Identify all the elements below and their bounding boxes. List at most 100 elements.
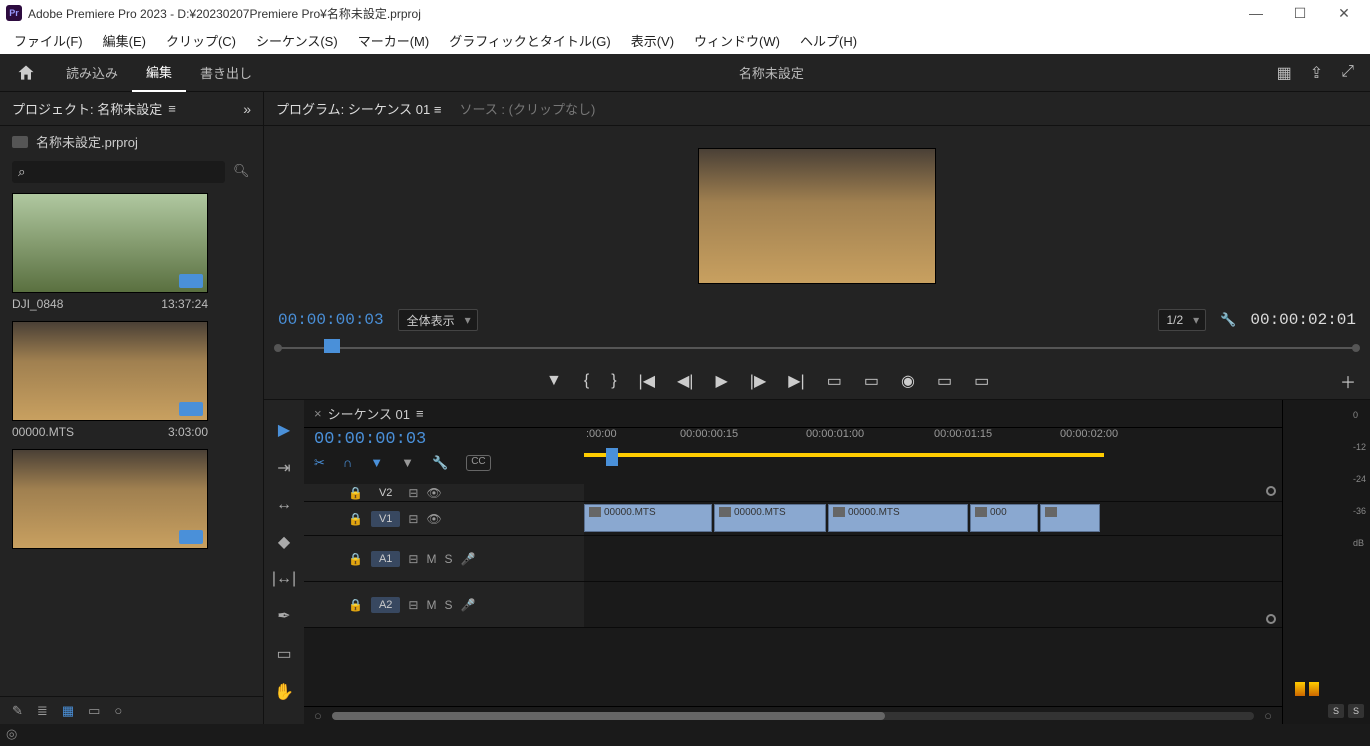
lift-icon[interactable]: ▭ <box>827 371 842 391</box>
track-head-v1[interactable]: 🔒 V1 ⊟ 👁 <box>304 502 584 536</box>
toggle-output-icon[interactable]: 👁 <box>426 512 441 526</box>
lock-icon[interactable]: 🔒 <box>348 486 363 500</box>
solo-button[interactable]: S <box>444 598 452 612</box>
scrollbar-thumb[interactable] <box>332 712 885 720</box>
clip-item[interactable]: 00000.MTS3:03:00 <box>12 321 251 439</box>
project-panel-tab[interactable]: プロジェクト: 名称未設定 ≡ » <box>0 92 263 126</box>
solo-right[interactable]: S <box>1348 704 1364 718</box>
step-back-icon[interactable]: ◀| <box>677 371 693 391</box>
monitor-scrubber[interactable] <box>278 335 1356 363</box>
monitor-video-area[interactable] <box>264 126 1370 305</box>
sync-lock-icon[interactable]: ⊟ <box>408 512 418 526</box>
timeline-clip[interactable]: 00000.MTS <box>584 504 712 532</box>
out-point-icon[interactable]: } <box>611 372 616 390</box>
panel-menu-icon[interactable]: ≡ <box>168 101 176 116</box>
mute-button[interactable]: M <box>426 552 436 566</box>
new-bin-icon[interactable]: 🔍︎ <box>233 163 251 181</box>
ruler-track[interactable] <box>584 448 1282 466</box>
settings-wrench-icon[interactable]: 🔧 <box>1220 312 1236 328</box>
timeline-tc[interactable]: 00:00:00:03 <box>314 430 574 449</box>
rectangle-tool-icon[interactable]: ▭ <box>276 644 291 664</box>
slip-tool-icon[interactable]: |↔| <box>272 570 296 588</box>
ruler-playhead[interactable] <box>606 448 618 466</box>
program-tab[interactable]: プログラム: シーケンス 01 ≡ <box>276 99 441 118</box>
track-label-a2[interactable]: A2 <box>371 597 400 613</box>
tl-marker-icon[interactable]: ▼ <box>401 455 414 471</box>
timeline-scrollbar[interactable] <box>332 712 1254 720</box>
project-search-input[interactable] <box>12 161 225 183</box>
timeline-clip[interactable]: 00000.MTS <box>828 504 968 532</box>
in-point-icon[interactable]: { <box>584 372 589 390</box>
go-to-in-icon[interactable]: |◀ <box>639 371 655 391</box>
minimize-button[interactable]: — <box>1242 5 1270 22</box>
icon-view-icon[interactable]: ▦ <box>62 703 74 719</box>
timeline-tab[interactable]: × シーケンス 01 ≡ <box>304 400 1282 428</box>
go-to-out-icon[interactable]: ▶| <box>788 371 804 391</box>
track-label-a1[interactable]: A1 <box>371 551 400 567</box>
cc-icon[interactable]: CC <box>466 455 490 471</box>
clip-item[interactable] <box>12 449 251 553</box>
sync-lock-icon[interactable]: ⊟ <box>408 552 418 566</box>
zoom-out-handle[interactable]: ○ <box>314 708 322 723</box>
workspace-import[interactable]: 読み込み <box>52 54 132 92</box>
selection-tool-icon[interactable]: ▶ <box>278 420 290 440</box>
lock-icon[interactable]: 🔒 <box>348 598 363 612</box>
menu-sequence[interactable]: シーケンス(S) <box>246 31 348 50</box>
home-icon[interactable] <box>16 63 36 83</box>
voiceover-icon[interactable]: 🎤 <box>461 598 476 612</box>
track-resize-handle[interactable] <box>1266 614 1276 624</box>
workspace-export[interactable]: 書き出し <box>186 54 266 92</box>
hand-tool-icon[interactable]: ✋ <box>274 682 294 702</box>
project-bins[interactable]: DJI_084813:37:24 00000.MTS3:03:00 <box>0 187 263 696</box>
lock-icon[interactable]: 🔒 <box>348 512 363 526</box>
export-frame-icon[interactable]: ◉ <box>901 371 915 391</box>
comparison-view-icon[interactable]: ▭ <box>937 371 952 391</box>
timeline-clip[interactable] <box>1040 504 1100 532</box>
scrubber-start[interactable] <box>274 344 282 352</box>
linked-selection-icon[interactable]: ∩ <box>343 455 352 471</box>
fit-dropdown[interactable]: 全体表示 <box>398 309 478 331</box>
timeline-clip[interactable]: 00000.MTS <box>714 504 826 532</box>
sequence-close-icon[interactable]: × <box>314 406 322 421</box>
menu-clip[interactable]: クリップ(C) <box>156 31 246 50</box>
track-content[interactable]: 00000.MTS 00000.MTS 00000.MTS 000 <box>584 484 1282 706</box>
close-button[interactable]: ✕ <box>1330 5 1358 22</box>
marker-icon[interactable]: ▼ <box>546 372 562 390</box>
menu-marker[interactable]: マーカー(M) <box>348 31 440 50</box>
scrubber-playhead[interactable] <box>324 339 340 353</box>
safe-margins-icon[interactable]: ▭ <box>974 371 989 391</box>
ripple-tool-icon[interactable]: ↔ <box>276 496 292 514</box>
clip-thumb[interactable] <box>12 449 208 549</box>
track-label-v2[interactable]: V2 <box>371 485 400 501</box>
snap-icon[interactable]: ✂ <box>314 455 325 471</box>
zoom-in-handle[interactable]: ○ <box>1264 708 1272 723</box>
extract-icon[interactable]: ▭ <box>864 371 879 391</box>
track-label-v1[interactable]: V1 <box>371 511 400 527</box>
monitor-tc-out[interactable]: 00:00:02:01 <box>1250 311 1356 329</box>
solo-left[interactable]: S <box>1328 704 1344 718</box>
creative-cloud-icon[interactable]: ◎ <box>6 726 24 744</box>
pen-tool-icon[interactable]: ✒ <box>277 606 290 626</box>
clip-thumb[interactable] <box>12 321 208 421</box>
timeline-clip[interactable]: 000 <box>970 504 1038 532</box>
lock-icon[interactable]: 🔒 <box>348 552 363 566</box>
share-icon[interactable]: ⇪ <box>1310 63 1323 83</box>
list-view-icon[interactable]: ≣ <box>37 703 48 719</box>
freeform-view-icon[interactable]: ▭ <box>88 703 100 719</box>
audio-meter-panel[interactable]: 0 -12 -24 -36 dB S S <box>1282 400 1370 724</box>
quick-export-icon[interactable]: ▦ <box>1277 63 1292 83</box>
menu-edit[interactable]: 編集(E) <box>93 31 156 50</box>
menu-window[interactable]: ウィンドウ(W) <box>684 31 790 50</box>
tl-wrench-icon[interactable]: 🔧 <box>432 455 448 471</box>
play-icon[interactable]: ▶ <box>715 371 727 391</box>
maximize-button[interactable]: ☐ <box>1286 5 1314 22</box>
pencil-icon[interactable]: ✎ <box>12 703 23 719</box>
marker-add-icon[interactable]: ▼ <box>370 455 383 471</box>
voiceover-icon[interactable]: 🎤 <box>461 552 476 566</box>
sync-lock-icon[interactable]: ⊟ <box>408 486 418 500</box>
toggle-output-icon[interactable]: 👁 <box>426 486 441 500</box>
monitor-tc-in[interactable]: 00:00:00:03 <box>278 311 384 329</box>
work-area-bar[interactable] <box>584 453 1104 457</box>
menu-view[interactable]: 表示(V) <box>621 31 684 50</box>
step-forward-icon[interactable]: |▶ <box>750 371 766 391</box>
